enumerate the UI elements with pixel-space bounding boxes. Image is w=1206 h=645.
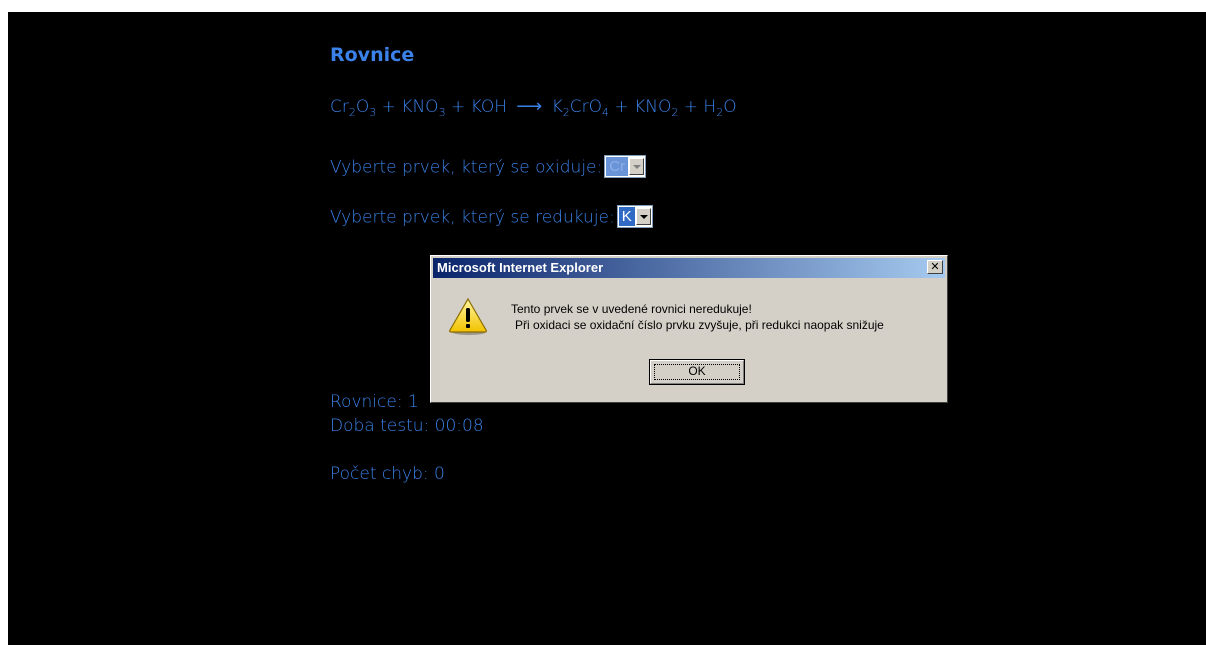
- dropdown-arrow-icon[interactable]: [629, 158, 645, 175]
- dialog-message-line2: Při oxidaci se oxidační číslo prvku zvyš…: [515, 318, 884, 332]
- warning-icon: [449, 297, 487, 335]
- page-title: Rovnice: [330, 44, 415, 66]
- dialog-title: Microsoft Internet Explorer: [437, 260, 604, 275]
- reduce-question-label: Vyberte prvek, který se redukuje:: [330, 207, 615, 228]
- oxidize-question-row: Vyberte prvek, který se oxiduje: Cr: [330, 155, 647, 179]
- reduce-select[interactable]: K: [616, 205, 653, 228]
- ok-button[interactable]: OK: [649, 359, 745, 385]
- ok-button-label: OK: [688, 364, 706, 378]
- reduce-question-row: Vyberte prvek, který se redukuje: K: [330, 205, 653, 229]
- oxidize-question-label: Vyberte prvek, který se oxiduje:: [330, 157, 603, 178]
- reaction-arrow: ⟶: [516, 96, 543, 117]
- test-duration: Doba testu: 00:08: [330, 416, 484, 436]
- error-count: Počet chyb: 0: [330, 464, 445, 484]
- alert-dialog: Microsoft Internet Explorer ✕ Tento prve…: [430, 255, 948, 403]
- reduce-select-value: K: [618, 207, 635, 226]
- equation-counter: Rovnice: 1: [330, 392, 419, 412]
- close-icon: ✕: [930, 260, 940, 273]
- dialog-titlebar[interactable]: Microsoft Internet Explorer ✕: [433, 258, 945, 278]
- oxidize-select[interactable]: Cr: [604, 155, 647, 178]
- dropdown-arrow-icon[interactable]: [635, 208, 651, 225]
- dialog-message-line1: Tento prvek se v uvedené rovnici nereduk…: [511, 302, 752, 316]
- chemical-equation: Cr2O3 + KNO3 + KOH ⟶ K2CrO4 + KNO2 + H2O: [330, 96, 737, 119]
- close-button[interactable]: ✕: [927, 260, 943, 274]
- quiz-page: Rovnice Cr2O3 + KNO3 + KOH ⟶ K2CrO4 + KN…: [8, 12, 1206, 645]
- oxidize-select-value: Cr: [606, 157, 629, 176]
